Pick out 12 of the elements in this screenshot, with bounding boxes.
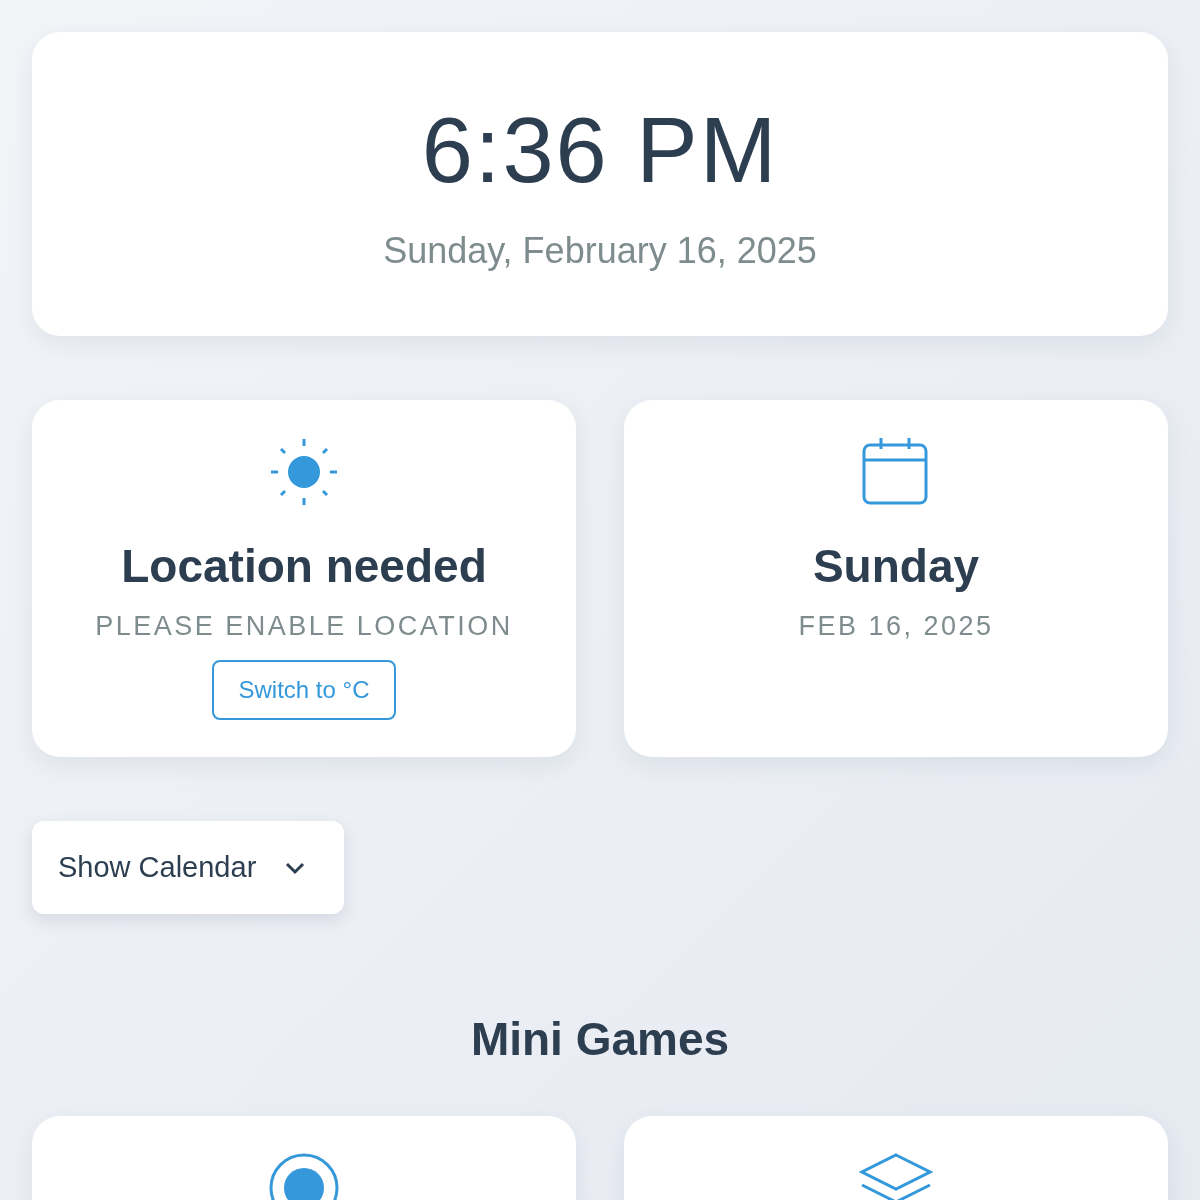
clock-time: 6:36 PM [421, 104, 779, 196]
card-subtitle: PLEASE ENABLE LOCATION [95, 611, 513, 642]
calendar-icon [861, 437, 931, 507]
sun-icon [269, 437, 339, 507]
section-title: Mini Games [469, 1012, 731, 1066]
show-calendar-button[interactable]: Show Calendar [32, 821, 345, 914]
card-title: Location needed [121, 539, 487, 593]
chevron-icon [284, 860, 307, 875]
clock-date: Sunday, February 16, 2025 [383, 230, 817, 272]
card-title: Sunday [812, 539, 980, 593]
card-subtitle: FEB 16, 2025 [798, 611, 994, 642]
layers-icon [859, 1152, 933, 1200]
